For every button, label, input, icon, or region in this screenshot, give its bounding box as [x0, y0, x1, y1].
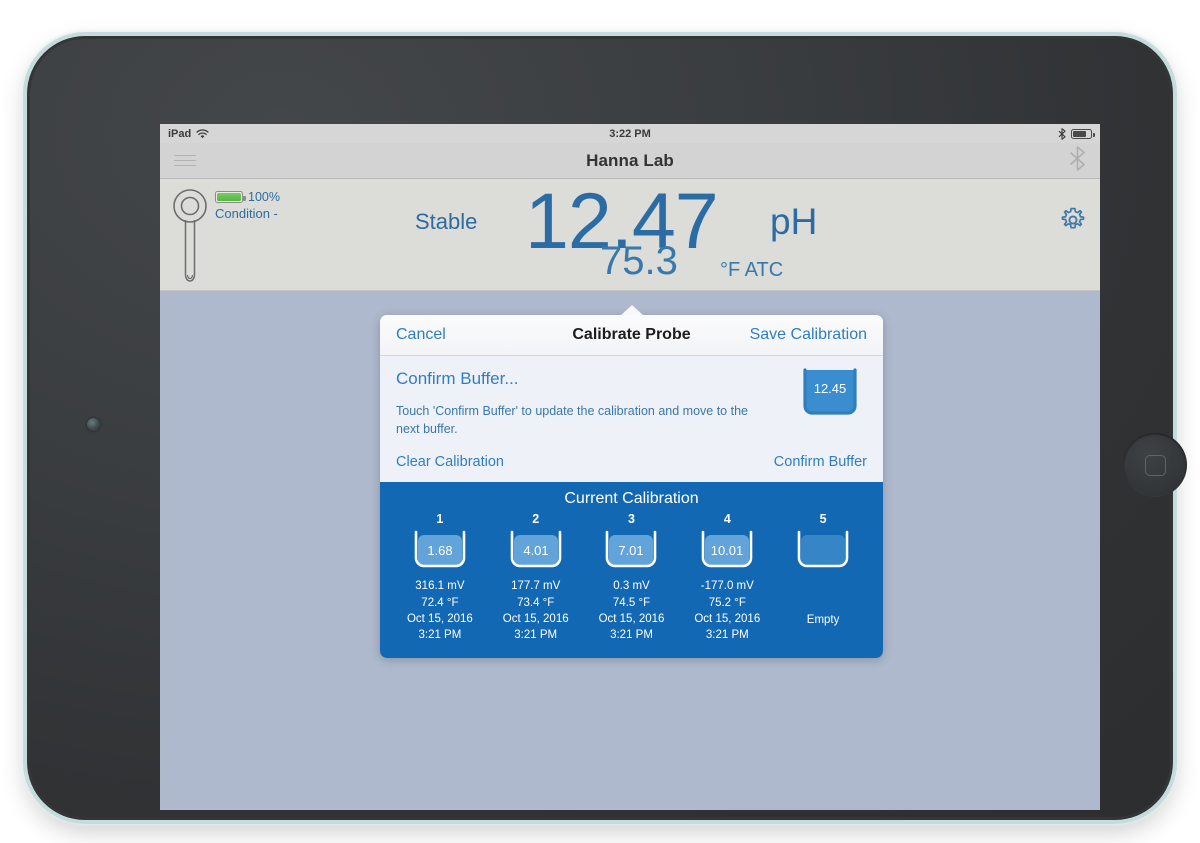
dialog-action-row: Clear Calibration Confirm Buffer — [380, 438, 883, 483]
calibration-buffer-5[interactable]: 5 Empty — [775, 512, 871, 643]
reading-center: Stable 12.47 pH 75.3 °F ATC — [160, 179, 1100, 290]
svg-text:10.01: 10.01 — [711, 543, 744, 558]
beaker-icon: 7.01 — [606, 530, 657, 568]
ipad-screen: iPad 3:22 PM Hanna Lab 100% Condition - … — [160, 124, 1100, 810]
buffer-index-label: 5 — [819, 512, 827, 527]
buffer-mv-reading: 0.3 mV — [613, 580, 650, 593]
ipad-device-frame: iPad 3:22 PM Hanna Lab 100% Condition - … — [27, 36, 1187, 820]
buffer-details: -177.0 mV 75.2 °F Oct 15, 2016 3:21 PM — [694, 578, 760, 643]
current-calibration-title: Current Calibration — [564, 490, 699, 508]
buffer-temperature: 74.5 °F — [612, 596, 651, 609]
buffer-index-label: 2 — [532, 512, 540, 527]
buffer-empty-label: Empty — [806, 614, 840, 627]
beaker-icon — [797, 530, 849, 568]
ph-value: 12.47 — [525, 176, 719, 265]
temperature-unit-label: °F ATC — [720, 259, 784, 281]
confirm-buffer-description: Touch 'Confirm Buffer' to update the cal… — [396, 404, 748, 437]
bluetooth-status-button[interactable] — [1069, 145, 1086, 176]
buffer-time: 3:21 PM — [418, 629, 462, 642]
buffer-temperature: 73.4 °F — [517, 596, 555, 609]
dialog-header: Cancel Calibrate Probe Save Calibration — [380, 315, 883, 356]
calibration-buffer-grid: 1 1.68 316.1 mV 72.4 °F Oct 15, 2016 3:21 PM 2… — [392, 512, 871, 643]
app-nav-bar: Hanna Lab — [160, 143, 1100, 179]
buffer-details: 316.1 mV 72.4 °F Oct 15, 2016 3:21 PM — [407, 578, 473, 643]
beaker-wrapper — [794, 529, 852, 571]
buffer-details: 0.3 mV 74.5 °F Oct 15, 2016 3:21 PM — [599, 578, 665, 643]
buffer-index-label: 4 — [723, 512, 731, 527]
confirm-buffer-button[interactable]: Confirm Buffer — [774, 454, 867, 470]
app-title: Hanna Lab — [586, 150, 674, 170]
buffer-date: Oct 15, 2016 — [406, 612, 473, 625]
calibrate-probe-dialog: Cancel Calibrate Probe Save Calibration … — [380, 305, 883, 658]
svg-text:4.01: 4.01 — [523, 543, 548, 558]
buffer-time: 3:21 PM — [514, 629, 558, 642]
bluetooth-icon — [1070, 145, 1085, 171]
svg-text:7.01: 7.01 — [619, 543, 644, 558]
buffer-temperature: 75.2 °F — [708, 596, 746, 609]
measurement-panel: 100% Condition - Stable 12.47 pH 75.3 °F… — [160, 179, 1100, 291]
dialog-body: Confirm Buffer... Touch 'Confirm Buffer'… — [380, 356, 883, 439]
buffer-date: Oct 15, 2016 — [694, 612, 761, 625]
beaker-icon: 10.01 — [701, 530, 753, 568]
beaker-icon: 1.68 — [414, 530, 466, 568]
ios-status-bar: iPad 3:22 PM — [160, 124, 1100, 143]
dialog-title: Calibrate Probe — [572, 326, 691, 343]
status-bar-time: 3:22 PM — [609, 127, 651, 140]
probe-battery-percent: 100% — [248, 190, 280, 204]
battery-icon — [1071, 128, 1095, 139]
beaker-wrapper: 4.01 — [507, 529, 565, 571]
beaker-wrapper: 7.01 — [602, 529, 660, 571]
home-button-square-icon — [1144, 454, 1166, 476]
svg-text:1.68: 1.68 — [427, 543, 452, 558]
confirm-buffer-heading: Confirm Buffer... — [396, 369, 519, 388]
buffer-index-label: 3 — [628, 512, 635, 527]
calibration-buffer-3[interactable]: 3 7.01 0.3 mV 74.5 °F Oct 15, 2016 3:21 PM — [584, 512, 680, 643]
current-buffer-beaker: 12.45 — [799, 366, 861, 423]
temperature-value: 75.3 — [600, 239, 678, 283]
probe-battery-row: 100% — [215, 190, 280, 204]
buffer-index-label: 1 — [436, 512, 444, 527]
bluetooth-icon — [1058, 127, 1066, 140]
buffer-mv-reading: 177.7 mV — [511, 580, 561, 593]
battery-icon — [215, 191, 246, 203]
buffer-time: 3:21 PM — [610, 629, 653, 642]
probe-status-block: 100% Condition - — [172, 185, 280, 283]
buffer-time: 3:21 PM — [705, 629, 749, 642]
clear-calibration-button[interactable]: Clear Calibration — [396, 454, 504, 470]
beaker-value: 12.45 — [814, 381, 847, 396]
buffer-temperature: 72.4 °F — [421, 596, 459, 609]
buffer-mv-reading: -177.0 mV — [700, 580, 754, 593]
ph-probe-icon — [173, 189, 207, 282]
buffer-date: Oct 15, 2016 — [598, 612, 665, 625]
calibration-buffer-2[interactable]: 2 4.01 177.7 mV 73.4 °F Oct 15, 2016 3:21 PM — [488, 512, 584, 643]
buffer-date: Oct 15, 2016 — [502, 612, 569, 625]
buffer-mv-reading: 316.1 mV — [415, 580, 465, 593]
calibration-buffer-1[interactable]: 1 1.68 316.1 mV 72.4 °F Oct 15, 2016 3:21 PM — [392, 512, 488, 643]
beaker-wrapper: 10.01 — [698, 529, 756, 571]
gear-icon — [1061, 207, 1085, 229]
settings-button[interactable] — [1060, 207, 1086, 238]
home-button[interactable] — [1123, 433, 1187, 497]
current-calibration-panel: Current Calibration 1 1.68 316.1 mV 72.4 °F… — [380, 482, 883, 658]
probe-info: 100% Condition - — [215, 185, 280, 283]
buffer-details: 177.7 mV 73.4 °F Oct 15, 2016 3:21 PM — [503, 578, 569, 643]
calibration-buffer-4[interactable]: 4 10.01 -177.0 mV 75.2 °F Oct 15, 2016 3:21 P… — [679, 512, 775, 643]
ph-unit-label: pH — [770, 201, 818, 242]
beaker-icon: 12.45 — [803, 368, 857, 415]
beaker-icon: 4.01 — [510, 530, 561, 568]
front-camera-icon — [87, 418, 100, 431]
stability-label: Stable — [415, 209, 478, 234]
status-bar-right — [1058, 127, 1095, 140]
beaker-wrapper: 1.68 — [411, 529, 469, 571]
probe-condition: Condition - — [215, 206, 278, 221]
